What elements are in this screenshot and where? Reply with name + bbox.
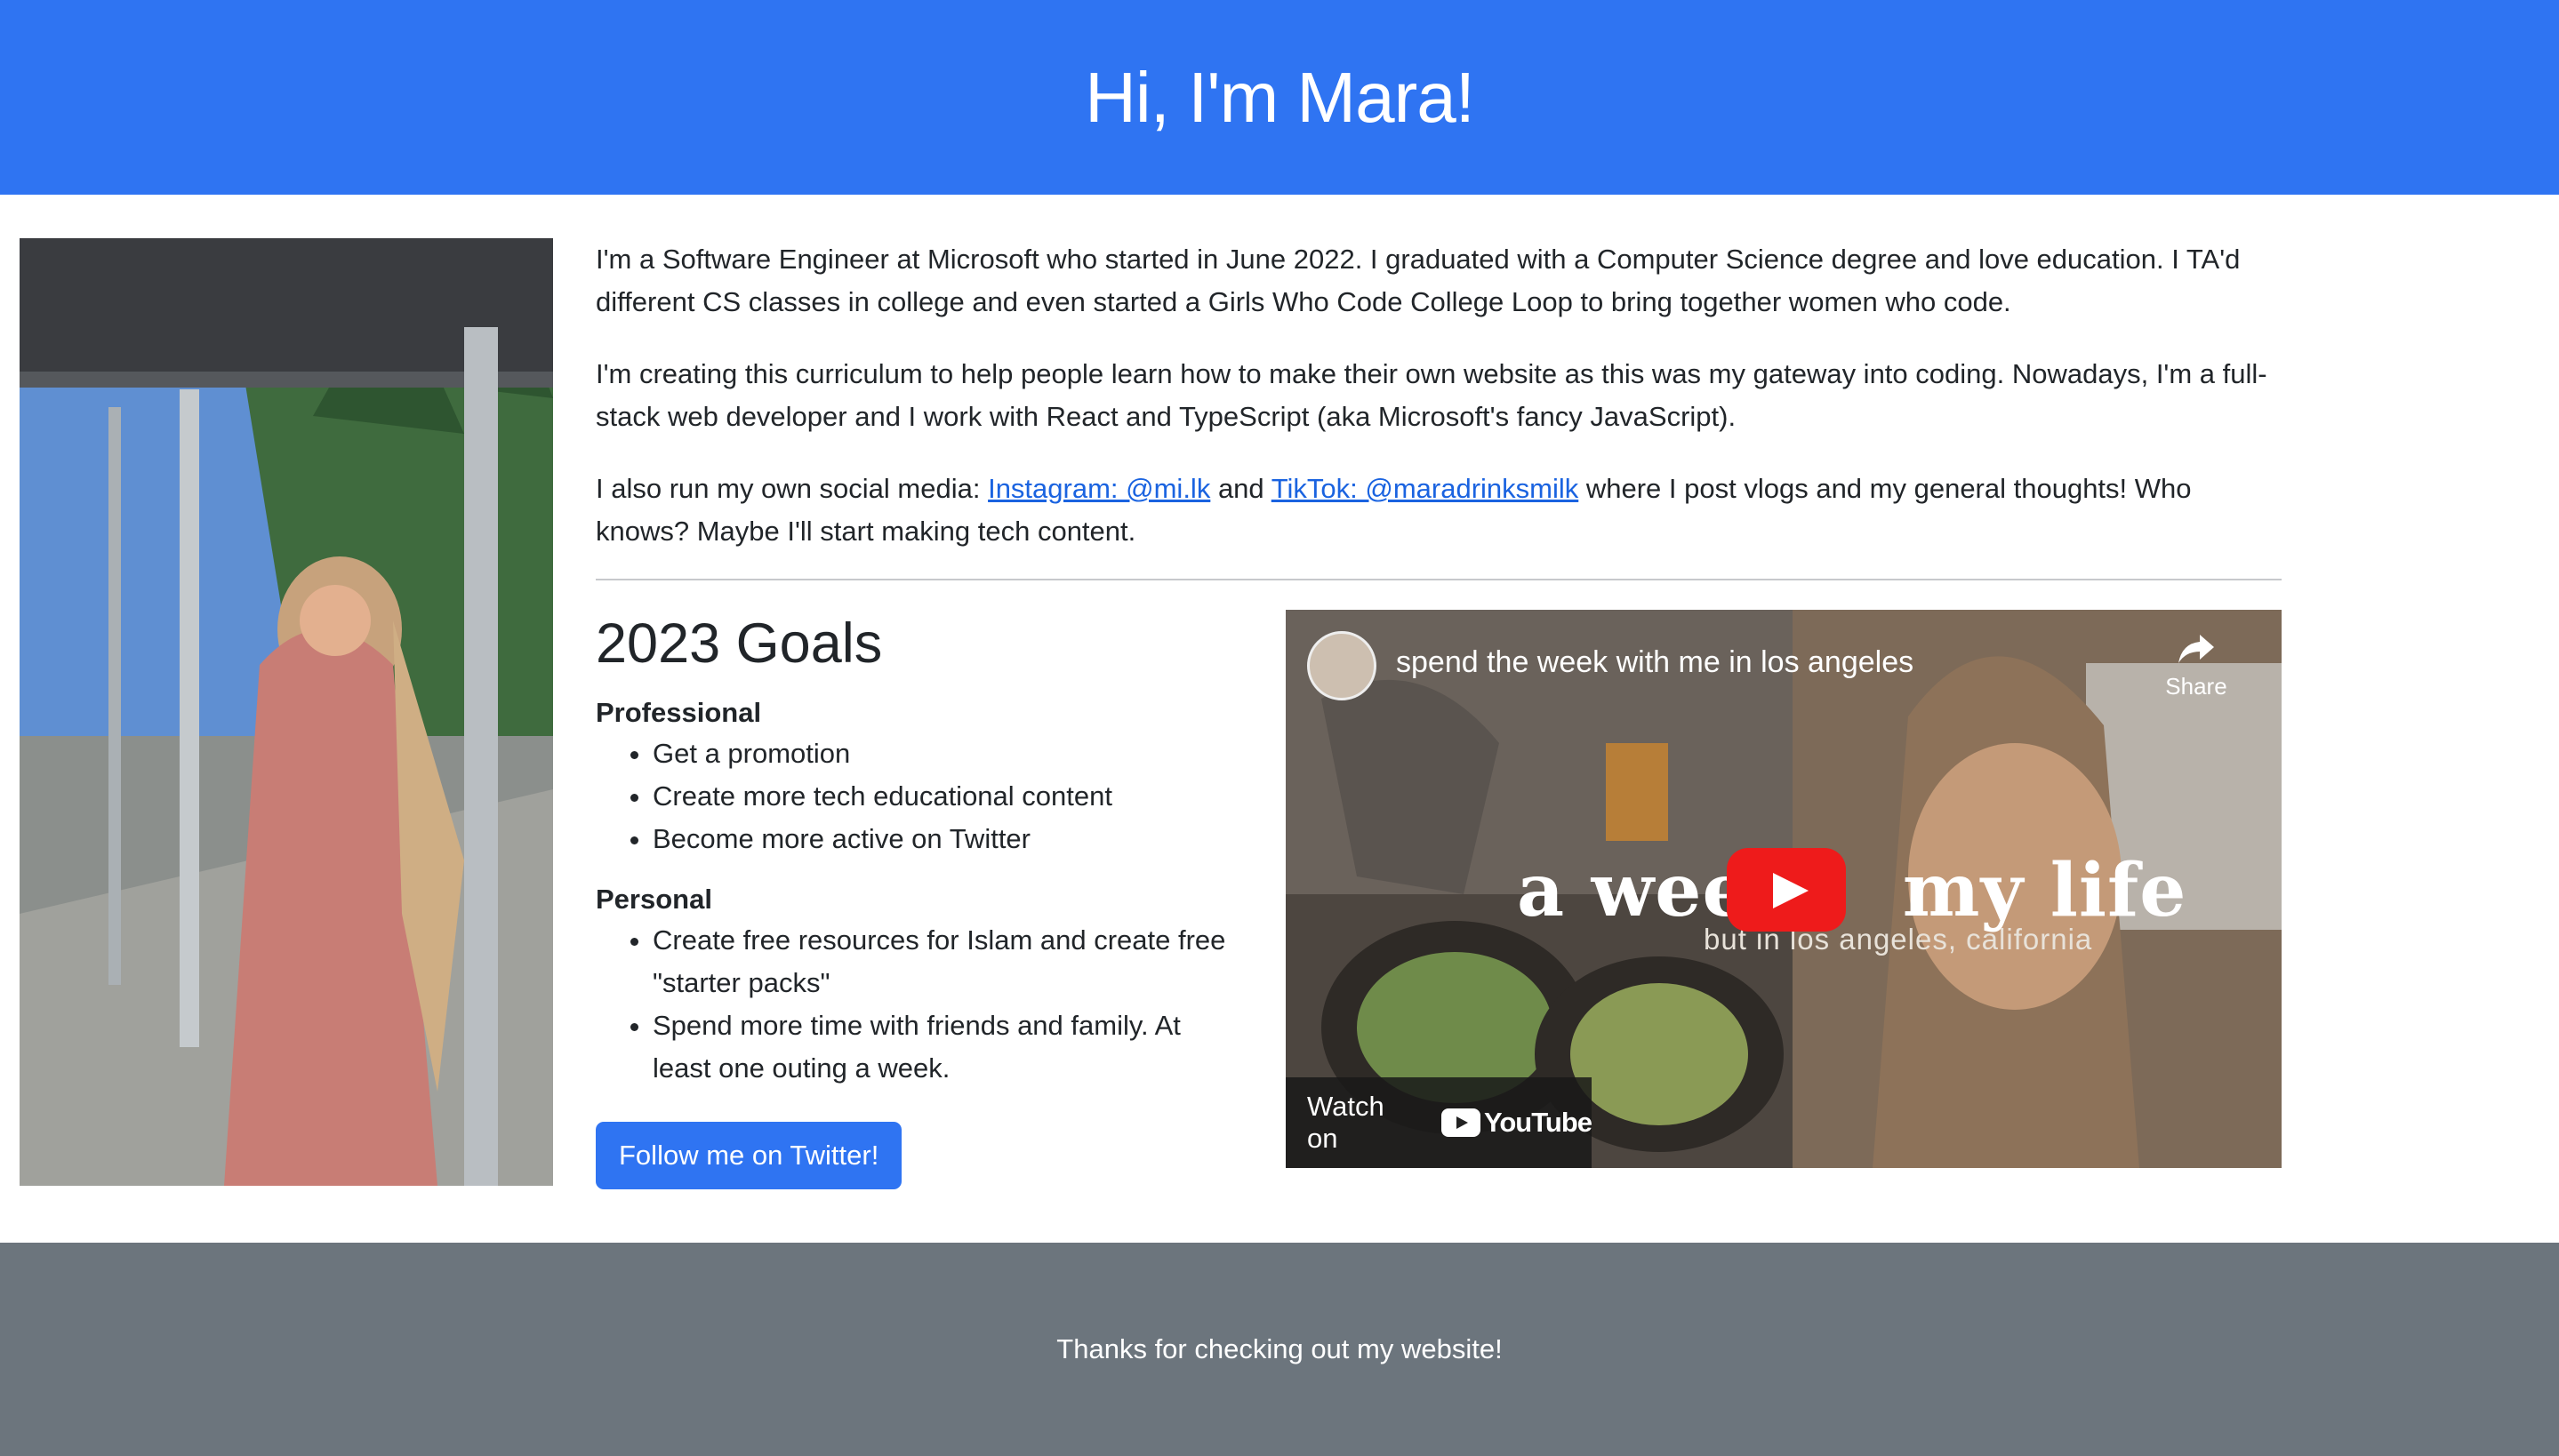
youtube-logo: YouTube	[1441, 1107, 1592, 1139]
page-header: Hi, I'm Mara!	[0, 0, 2559, 195]
section-divider	[596, 579, 2282, 580]
social-text-start: I also run my own social media:	[596, 473, 989, 504]
list-item: Become more active on Twitter	[653, 818, 1236, 860]
page-footer: Thanks for checking out my website!	[0, 1243, 2559, 1456]
profile-photo	[20, 238, 553, 1186]
youtube-icon	[1441, 1108, 1480, 1137]
instagram-link[interactable]: Instagram: @mi.lk	[988, 473, 1210, 504]
professional-heading: Professional	[596, 697, 762, 728]
personal-heading: Personal	[596, 884, 712, 915]
personal-list: Create free resources for Islam and crea…	[596, 919, 1236, 1090]
video-title[interactable]: spend the week with me in los angeles	[1396, 645, 1913, 680]
list-item: Create more tech educational content	[653, 775, 1236, 818]
share-button[interactable]: Share	[2161, 633, 2232, 700]
tiktok-link[interactable]: TikTok: @maradrinksmilk	[1271, 473, 1579, 504]
youtube-embed[interactable]: spend the week with me in los angeles Sh…	[1286, 610, 2282, 1168]
watch-on-label: Watch on	[1307, 1091, 1384, 1154]
footer-text: Thanks for checking out my website!	[1056, 1333, 1503, 1364]
goals-section: 2023 Goals Professional Get a promotion …	[596, 604, 1236, 1189]
intro-section: I'm a Software Engineer at Microsoft who…	[596, 238, 2282, 582]
social-text-and: and	[1210, 473, 1271, 504]
list-item: Create free resources for Islam and crea…	[653, 919, 1236, 1004]
watch-on-youtube-button[interactable]: Watch on YouTube	[1286, 1077, 1592, 1168]
list-item: Get a promotion	[653, 732, 1236, 775]
professional-list: Get a promotion Create more tech educati…	[596, 732, 1236, 860]
intro-paragraph-3: I also run my own social media: Instagra…	[596, 468, 2282, 553]
goals-title: 2023 Goals	[596, 612, 883, 675]
share-label: Share	[2165, 673, 2227, 700]
play-button[interactable]	[1727, 848, 1846, 932]
list-item: Spend more time with friends and family.…	[653, 1004, 1236, 1090]
share-icon	[2178, 635, 2214, 663]
page-title: Hi, I'm Mara!	[1085, 57, 1475, 137]
intro-paragraph-2: I'm creating this curriculum to help peo…	[596, 358, 2267, 432]
channel-avatar[interactable]	[1307, 631, 1376, 700]
thumbnail-caption: a weel my life	[1517, 848, 2187, 933]
intro-paragraph-1: I'm a Software Engineer at Microsoft who…	[596, 244, 2241, 317]
follow-twitter-button[interactable]: Follow me on Twitter!	[596, 1122, 902, 1189]
